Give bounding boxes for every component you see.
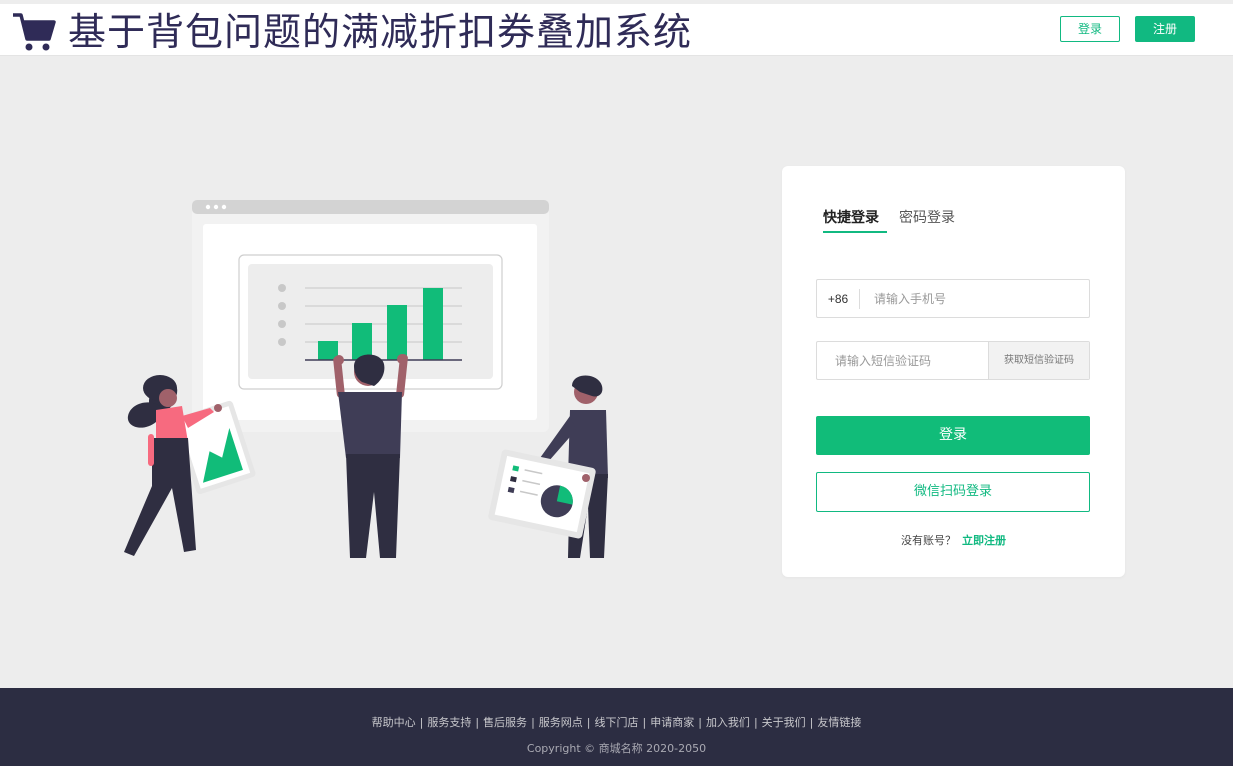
footer-link-service-outlets[interactable]: 服务网点 — [539, 716, 583, 729]
header-register-button[interactable]: 注册 — [1135, 16, 1195, 42]
register-now-link[interactable]: 立即注册 — [962, 534, 1006, 547]
shopping-cart-icon — [13, 13, 56, 51]
copyright-text: Copyright © 商城名称 2020-2050 — [526, 742, 707, 755]
footer-link-friend-links[interactable]: 友情链接 — [817, 716, 861, 729]
page-title: 基于背包问题的满减折扣券叠加系统 — [68, 10, 693, 54]
login-tabs: 快捷登录 密码登录 — [823, 208, 975, 238]
tab-password-login[interactable]: 密码登录 — [899, 208, 955, 232]
top-header: 基于背包问题的满减折扣券叠加系统 登录 注册 — [0, 0, 1233, 56]
sms-code-field: 获取短信验证码 — [816, 341, 1090, 380]
footer-link-about-us[interactable]: 关于我们 — [762, 716, 806, 729]
no-account-prompt: 没有账号？ 立即注册 — [782, 532, 1125, 548]
no-account-text: 没有账号？ — [901, 534, 956, 547]
footer-link-offline-stores[interactable]: 线下门店 — [595, 716, 639, 729]
footer-separator: | — [531, 716, 535, 729]
brand: 基于背包问题的满减折扣券叠加系统 — [12, 10, 692, 54]
phone-input[interactable] — [860, 280, 1088, 317]
login-card: 快捷登录 密码登录 +86 获取短信验证码 登录 微信扫码登录 没有账号？ 立即注… — [782, 166, 1125, 577]
tab-quick-login[interactable]: 快捷登录 — [823, 208, 887, 233]
footer-link-after-sales[interactable]: 售后服务 — [483, 716, 527, 729]
footer-links: 帮助中心 | 服务支持 | 售后服务 | 服务网点 | 线下门店 | 申请商家 | 加入我们 | 关于我们 |… — [0, 714, 1233, 730]
footer-separator: | — [419, 716, 424, 729]
phone-field: +86 — [816, 279, 1090, 318]
footer-link-apply-merchant[interactable]: 申请商家 — [650, 716, 694, 729]
wechat-login-button[interactable]: 微信扫码登录 — [816, 472, 1090, 512]
sms-code-input[interactable] — [817, 342, 989, 379]
footer-separator: | — [753, 716, 758, 729]
login-button[interactable]: 登录 — [816, 416, 1090, 455]
footer-separator: | — [475, 716, 480, 729]
country-code-prefix: +86 — [817, 288, 860, 309]
footer-separator: | — [642, 716, 647, 729]
get-sms-code-button[interactable]: 获取短信验证码 — [988, 342, 1089, 379]
footer-separator: | — [809, 716, 814, 729]
footer-link-service-support[interactable]: 服务支持 — [427, 716, 471, 729]
footer-separator: | — [698, 716, 702, 729]
header-login-button[interactable]: 登录 — [1060, 16, 1120, 42]
footer: 帮助中心 | 服务支持 | 售后服务 | 服务网点 | 线下门店 | 申请商家 | 加入我们 | 关于我们 |… — [0, 688, 1233, 766]
hero-illustration — [124, 200, 608, 558]
footer-link-join-us[interactable]: 加入我们 — [706, 716, 750, 729]
footer-link-help-center[interactable]: 帮助中心 — [372, 716, 416, 729]
footer-separator: | — [586, 716, 591, 729]
